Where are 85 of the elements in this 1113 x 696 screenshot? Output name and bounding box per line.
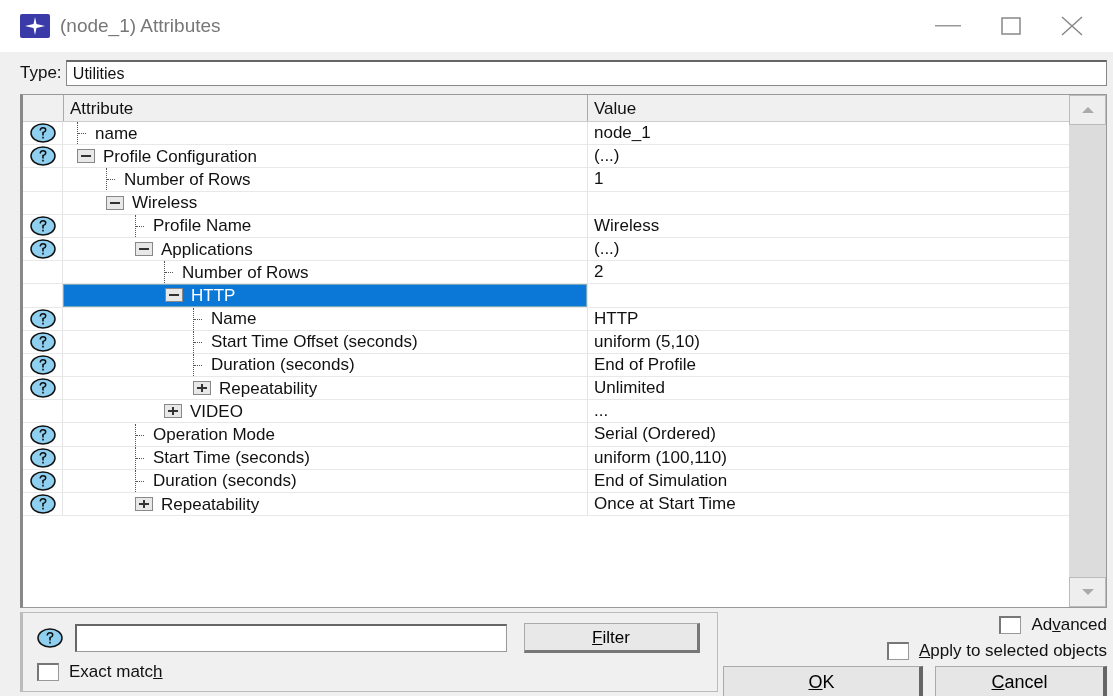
attribute-value[interactable]: Once at Start Time xyxy=(594,494,736,513)
attribute-value[interactable]: ... xyxy=(594,401,609,421)
help-icon[interactable] xyxy=(29,378,56,399)
column-header[interactable]: Attribute xyxy=(63,95,587,121)
checkbox[interactable] xyxy=(886,642,909,660)
attribute-name: Number of Rows xyxy=(181,261,310,283)
attribute-value[interactable]: node_1 xyxy=(594,123,651,142)
help-icon[interactable] xyxy=(29,215,56,236)
attribute-name: Profile Configuration xyxy=(102,145,259,167)
table-row[interactable]: name node_1 xyxy=(23,122,1069,146)
help-icon[interactable] xyxy=(29,424,56,445)
attribute-name: Start Time (seconds) xyxy=(152,447,311,469)
attribute-name: Duration (seconds) xyxy=(152,470,298,492)
attribute-name: Name xyxy=(210,308,258,330)
close-icon[interactable] xyxy=(1061,16,1083,36)
dialog-button[interactable]: OK xyxy=(723,666,923,696)
collapse-icon[interactable] xyxy=(135,242,153,257)
attribute-value[interactable]: Wireless xyxy=(594,215,660,235)
attribute-value[interactable]: HTTP xyxy=(594,308,639,328)
attribute-value[interactable]: 1 xyxy=(594,169,604,189)
table-row[interactable]: Duration (seconds) End of Simulation xyxy=(23,469,1069,493)
table-row[interactable]: Repeatability Unlimited xyxy=(23,377,1069,401)
table-row[interactable]: HTTP xyxy=(23,284,1069,308)
table-row[interactable]: Duration (seconds) End of Profile xyxy=(23,353,1069,378)
help-icon[interactable] xyxy=(29,447,56,468)
table-row[interactable]: Profile Name Wireless xyxy=(23,214,1069,238)
attribute-name: HTTP xyxy=(190,284,237,306)
table-row[interactable]: Applications (...) xyxy=(23,237,1069,262)
collapse-icon[interactable] xyxy=(106,195,124,210)
attribute-name: Operation Mode xyxy=(152,424,276,446)
attribute-value[interactable]: (...) xyxy=(594,238,620,258)
app-icon xyxy=(20,14,50,38)
attribute-name: Repeatability xyxy=(160,493,261,515)
attribute-value[interactable]: Serial (Ordered) xyxy=(594,424,716,444)
help-icon[interactable] xyxy=(29,123,56,144)
checkbox[interactable] xyxy=(37,662,59,681)
dialog-button[interactable]: Cancel xyxy=(935,666,1107,696)
help-icon[interactable] xyxy=(29,494,56,515)
checkbox-label[interactable]: Advanced xyxy=(1031,612,1107,638)
filter-button[interactable]: Filter xyxy=(524,623,700,653)
type-field[interactable]: Utilities xyxy=(65,60,1107,86)
expand-icon[interactable] xyxy=(135,497,153,512)
expand-icon[interactable] xyxy=(164,404,182,419)
attribute-name: Duration (seconds) xyxy=(210,354,356,376)
type-label: Type: xyxy=(20,62,62,85)
expand-icon[interactable] xyxy=(193,381,211,396)
table-row[interactable]: Repeatability Once at Start Time xyxy=(23,493,1069,517)
minimize-icon[interactable] xyxy=(935,24,961,28)
help-icon[interactable] xyxy=(29,239,56,260)
attribute-name: name xyxy=(94,122,139,144)
collapse-icon[interactable] xyxy=(165,288,183,303)
help-icon[interactable] xyxy=(37,628,63,648)
table-row[interactable]: Operation Mode Serial (Ordered) xyxy=(23,423,1069,447)
help-icon[interactable] xyxy=(29,470,56,491)
window-title: (node_1) Attributes xyxy=(60,13,221,39)
help-icon[interactable] xyxy=(29,308,56,329)
help-icon[interactable] xyxy=(29,354,56,375)
filter-field[interactable] xyxy=(75,624,507,652)
attribute-value[interactable]: (...) xyxy=(594,146,620,166)
help-icon[interactable] xyxy=(29,331,56,352)
checkbox-label[interactable]: Apply to selected objects xyxy=(918,638,1107,664)
table-row[interactable]: Wireless xyxy=(23,191,1069,215)
attribute-name: Start Time Offset (seconds) xyxy=(210,331,419,353)
attribute-value[interactable]: End of Profile xyxy=(594,354,697,374)
table-row[interactable]: Profile Configuration (...) xyxy=(23,145,1069,169)
checkbox-label[interactable]: Exact match xyxy=(69,659,163,685)
attribute-name: Number of Rows xyxy=(123,168,252,190)
help-icon[interactable] xyxy=(29,146,56,167)
checkbox[interactable] xyxy=(999,616,1022,634)
attribute-value[interactable]: End of Simulation xyxy=(594,470,728,490)
attribute-value[interactable]: uniform (5,10) xyxy=(594,331,700,351)
table-row[interactable]: VIDEO ... xyxy=(23,400,1069,424)
attribute-name: Applications xyxy=(160,238,254,260)
table-row[interactable]: Number of Rows 1 xyxy=(23,168,1069,192)
attribute-value[interactable]: uniform (100,110) xyxy=(594,447,727,467)
attribute-name: Wireless xyxy=(131,192,199,214)
attribute-value[interactable]: Unlimited xyxy=(594,378,665,398)
attribute-name: Repeatability xyxy=(218,377,319,399)
attribute-value[interactable]: 2 xyxy=(594,262,604,282)
table-row[interactable]: Start Time (seconds) uniform (100,110) xyxy=(23,446,1069,470)
table-row[interactable]: Name HTTP xyxy=(23,307,1069,331)
attribute-name: Profile Name xyxy=(152,215,253,237)
table-row[interactable]: Start Time Offset (seconds) uniform (5,10) xyxy=(23,330,1069,354)
attribute-name: VIDEO xyxy=(189,400,244,422)
collapse-icon[interactable] xyxy=(77,149,95,164)
